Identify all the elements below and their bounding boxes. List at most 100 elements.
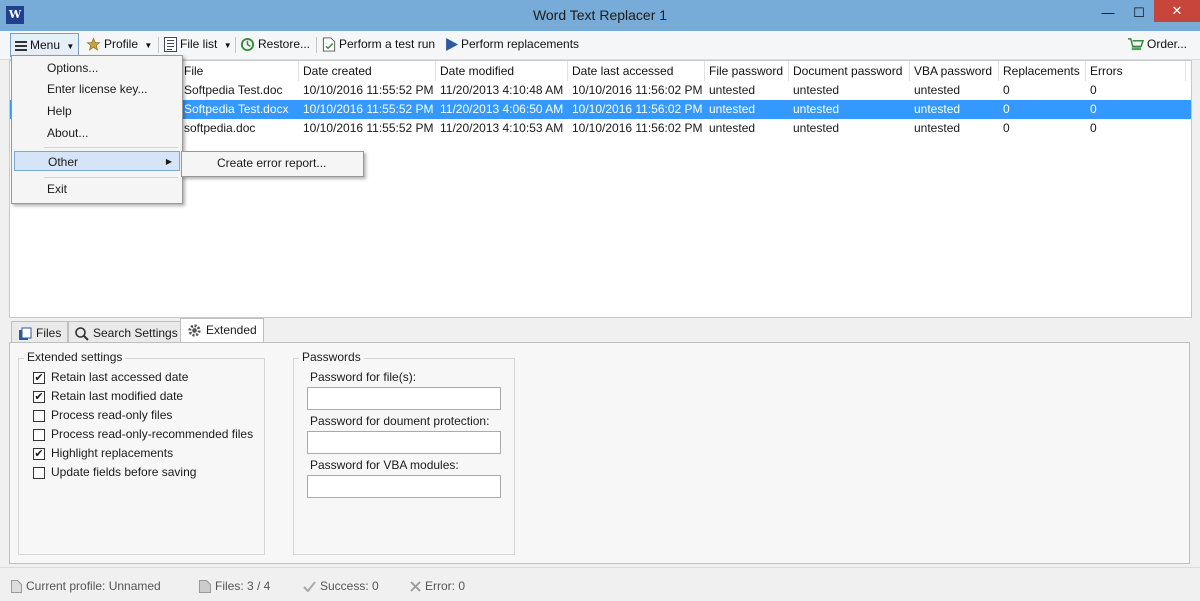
column-header[interactable]: File xyxy=(180,61,299,81)
column-header[interactable]: Document password xyxy=(789,61,910,81)
table-cell: 11/20/2013 4:10:53 AM xyxy=(440,121,564,135)
menu-item-other-label: Other xyxy=(48,155,79,169)
table-cell: 0 xyxy=(1090,102,1097,116)
status-bar: Current profile: Unnamed Files: 3 / 4 Su… xyxy=(0,567,1200,601)
vba-password-input[interactable] xyxy=(307,475,501,498)
maximize-button[interactable]: ☐ xyxy=(1124,0,1154,26)
profile-label: Profile xyxy=(104,37,139,51)
play-icon xyxy=(446,38,458,52)
option-checkbox[interactable] xyxy=(33,410,45,422)
table-cell: untested xyxy=(793,83,840,97)
tab-extended[interactable]: Extended xyxy=(180,318,264,343)
menu-item-options[interactable]: Options... xyxy=(14,58,180,78)
main-menu-dropdown: Options... Enter license key... Help Abo… xyxy=(11,55,183,204)
status-success-text: Success: 0 xyxy=(320,579,379,593)
hamburger-icon xyxy=(15,40,27,51)
table-cell: untested xyxy=(914,83,961,97)
table-cell: 11/20/2013 4:06:50 AM xyxy=(440,102,564,116)
column-header[interactable]: Date last accessed xyxy=(568,61,705,81)
option-checkbox[interactable]: ✔ xyxy=(33,372,45,384)
option-checkbox[interactable]: ✔ xyxy=(33,448,45,460)
menu-button[interactable]: Menu ▼ xyxy=(10,33,80,57)
status-error: Error: 0 xyxy=(410,579,465,593)
vba-password-label: Password for VBA modules: xyxy=(310,458,459,472)
status-profile: Current profile: Unnamed xyxy=(11,579,161,594)
restore-button[interactable]: Restore... xyxy=(240,33,310,55)
order-button[interactable]: Order... xyxy=(1127,33,1187,55)
file-list-button[interactable]: File list ▼ xyxy=(164,33,232,55)
restore-icon xyxy=(240,38,255,52)
perform-replacements-button[interactable]: Perform replacements xyxy=(445,33,579,55)
table-cell: 10/10/2016 11:55:52 PM xyxy=(303,83,434,97)
menu-item-help[interactable]: Help xyxy=(14,101,180,121)
files-icon xyxy=(199,580,211,594)
other-submenu: Create error report... xyxy=(181,151,364,177)
menu-separator xyxy=(44,177,178,178)
passwords-title: Passwords xyxy=(299,350,364,364)
files-icon xyxy=(19,327,32,340)
table-cell: Softpedia Test.docx xyxy=(184,102,289,116)
table-cell: 0 xyxy=(1003,121,1010,135)
table-cell: untested xyxy=(709,121,756,135)
document-password-input[interactable] xyxy=(307,431,501,454)
status-files-text: Files: 3 / 4 xyxy=(215,579,271,593)
document-icon xyxy=(11,580,22,594)
option-checkbox[interactable] xyxy=(33,467,45,479)
file-password-label: Password for file(s): xyxy=(310,370,417,384)
column-header[interactable]: Date created xyxy=(299,61,436,81)
table-row[interactable]: Softpedia Test.docx 10/10/2016 11:55:52 P… xyxy=(10,100,1191,119)
option-checkbox[interactable]: ✔ xyxy=(33,391,45,403)
window-title: Word Text Replacer 1 xyxy=(532,7,668,23)
gear-icon xyxy=(188,324,201,337)
menu-item-about[interactable]: About... xyxy=(14,123,180,143)
option-label: Highlight replacements xyxy=(51,446,174,460)
column-header[interactable]: Replacements xyxy=(999,61,1086,81)
table-row[interactable]: Softpedia Test.doc 10/10/2016 11:55:52 PM… xyxy=(10,81,1191,100)
test-run-button[interactable]: Perform a test run xyxy=(322,33,435,55)
menu-item-license[interactable]: Enter license key... xyxy=(14,79,180,99)
table-cell: 10/10/2016 11:55:52 PM xyxy=(303,121,434,135)
menu-item-other[interactable]: Other ▶ xyxy=(14,151,180,171)
minimize-button[interactable]: — xyxy=(1093,0,1123,26)
file-list-icon xyxy=(164,37,177,53)
table-cell: untested xyxy=(709,102,756,116)
file-list-table[interactable]: File Date created Date modified Date last a… xyxy=(9,60,1192,318)
table-cell: 0 xyxy=(1090,121,1097,135)
profile-button[interactable]: Profile ▼ xyxy=(86,33,152,55)
table-row[interactable]: softpedia.doc 10/10/2016 11:55:52 PM 11/20… xyxy=(10,119,1191,138)
column-header[interactable]: Errors xyxy=(1086,61,1186,81)
column-header[interactable]: File password xyxy=(705,61,789,81)
table-cell: 0 xyxy=(1003,83,1010,97)
chevron-down-icon: ▼ xyxy=(223,41,232,50)
cart-icon xyxy=(1128,38,1145,51)
menu-item-exit[interactable]: Exit xyxy=(14,179,180,199)
x-icon xyxy=(410,581,421,592)
option-label: Process read-only-recommended files xyxy=(51,427,254,441)
status-error-text: Error: 0 xyxy=(425,579,466,593)
perform-label: Perform replacements xyxy=(461,37,580,51)
table-cell: untested xyxy=(793,121,840,135)
file-list-label: File list xyxy=(180,37,218,51)
table-cell: Softpedia Test.doc xyxy=(184,83,283,97)
extended-settings-title: Extended settings xyxy=(24,350,126,364)
column-header[interactable]: Date modified xyxy=(436,61,568,81)
document-password-label: Password for doument protection: xyxy=(310,414,490,428)
option-checkbox[interactable] xyxy=(33,429,45,441)
table-cell: untested xyxy=(914,102,961,116)
tab-files[interactable]: Files xyxy=(11,321,69,343)
close-button[interactable]: ✕ xyxy=(1154,0,1200,22)
tab-search-settings[interactable]: Search Settings xyxy=(68,321,185,343)
file-password-input[interactable] xyxy=(307,387,501,410)
restore-label: Restore... xyxy=(258,37,311,51)
order-label: Order... xyxy=(1147,37,1188,51)
toolbar-separator xyxy=(235,37,236,53)
tab-files-label: Files xyxy=(36,326,62,340)
column-header[interactable]: VBA password xyxy=(910,61,999,81)
test-run-label: Perform a test run xyxy=(339,37,436,51)
star-icon xyxy=(86,37,101,52)
menu-item-create-error-report[interactable]: Create error report... xyxy=(184,153,361,173)
table-cell: 0 xyxy=(1090,83,1097,97)
menu-label: Menu xyxy=(30,38,61,52)
table-cell: 10/10/2016 11:55:52 PM xyxy=(303,102,434,116)
toolbar-separator xyxy=(158,37,159,53)
